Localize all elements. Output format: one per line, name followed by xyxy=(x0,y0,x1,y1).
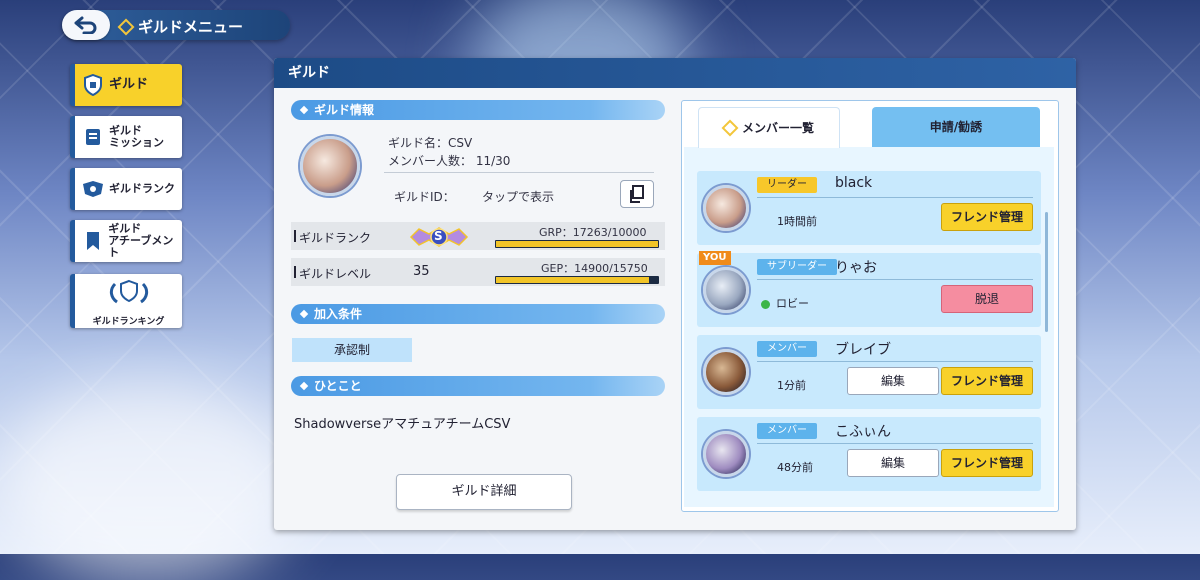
diamond-icon xyxy=(299,381,309,391)
page-title-text: ギルドメニュー xyxy=(138,18,244,36)
section-guild-info: ギルド情報 xyxy=(291,100,665,120)
section-comment: ひとこと xyxy=(291,376,665,396)
divider xyxy=(757,279,1033,280)
guild-level-row: ギルドレベル 35 GEP：14900/15750 xyxy=(291,258,665,286)
sidebar-item-label: ギルドランキング xyxy=(92,317,165,327)
guild-id-reveal[interactable]: タップで表示 xyxy=(482,188,554,205)
level-label: ギルドレベル xyxy=(293,266,372,281)
gep-progress-fill xyxy=(496,277,650,283)
role-badge: サブリーダー xyxy=(757,259,837,275)
guild-detail-button[interactable]: ギルド詳細 xyxy=(396,474,572,510)
role-badge: リーダー xyxy=(757,177,817,193)
copy-icon xyxy=(630,185,644,203)
leave-button[interactable]: 脱退 xyxy=(941,285,1033,313)
rank-letter: S xyxy=(434,229,443,243)
diamond-icon xyxy=(117,18,135,35)
sidebar-item-label: ギルドランク xyxy=(109,182,175,195)
back-button[interactable] xyxy=(62,10,110,40)
guild-avatar xyxy=(300,136,360,196)
title-bar: ギルドメニュー xyxy=(62,10,290,40)
page-title: ギルドメニュー xyxy=(117,16,244,37)
member-name: black xyxy=(835,175,873,191)
laurel-shield-icon xyxy=(109,279,148,304)
diamond-icon xyxy=(721,119,739,136)
grp-progress-fill xyxy=(496,241,658,247)
grp-text: GRP：17263/10000 xyxy=(539,226,647,239)
list-item[interactable]: YOU サブリーダー りゃお ロビー 脱退 xyxy=(697,251,1041,327)
scrollbar[interactable] xyxy=(1045,212,1048,332)
avatar xyxy=(703,267,749,313)
list-item[interactable]: リーダー black 1時間前 フレンド管理 xyxy=(697,171,1041,245)
member-list: リーダー black 1時間前 フレンド管理 YOU サブリーダー りゃお ロビ… xyxy=(684,147,1054,507)
level-value: 35 xyxy=(413,264,430,279)
sidebar-item-achievement[interactable]: ギルド アチーブメント xyxy=(70,220,182,262)
guild-comment: ShadowverseアマチュアチームCSV xyxy=(294,417,511,432)
gep-text: GEP：14900/15750 xyxy=(541,262,648,275)
member-name: ブレイブ xyxy=(835,342,891,358)
sidebar-item-mission[interactable]: ギルド ミッション xyxy=(70,116,182,158)
role-badge: メンバー xyxy=(757,341,817,357)
rank-badge: S xyxy=(409,226,469,247)
you-badge: YOU xyxy=(699,251,731,265)
last-login: 48分前 xyxy=(777,461,813,474)
avatar xyxy=(703,185,749,231)
friend-manage-button[interactable]: フレンド管理 xyxy=(941,367,1033,395)
divider xyxy=(384,172,654,173)
edit-button[interactable]: 編集 xyxy=(847,367,939,395)
join-condition: 承認制 xyxy=(292,338,412,362)
section-title: ひとこと xyxy=(314,379,362,393)
guild-name: ギルド名：CSV xyxy=(388,136,473,150)
friend-manage-button[interactable]: フレンド管理 xyxy=(941,203,1033,231)
online-status: ロビー xyxy=(761,295,809,311)
role-badge: メンバー xyxy=(757,423,817,439)
sidebar-item-guild[interactable]: ギルド xyxy=(70,64,182,106)
list-item[interactable]: メンバー ブレイブ 1分前 編集 フレンド管理 xyxy=(697,335,1041,409)
copy-button[interactable] xyxy=(620,180,654,208)
edit-button[interactable]: 編集 xyxy=(847,449,939,477)
section-title: ギルド情報 xyxy=(314,103,375,117)
last-login: 1分前 xyxy=(777,379,806,392)
scroll-icon xyxy=(81,126,105,148)
grp-progress-bar xyxy=(495,240,659,248)
tab-requests[interactable]: 申請/勧誘 xyxy=(872,107,1040,147)
shield-icon xyxy=(81,74,105,96)
sidebar-item-ranking[interactable]: ギルドランキング xyxy=(70,274,182,328)
panel-title: ギルド xyxy=(274,58,1076,88)
member-list-box: 申請/勧誘 リーダー black 1時間前 フレンド管理 YOU サブリーダー … xyxy=(681,100,1059,512)
tab-label: メンバー一覧 xyxy=(741,121,814,135)
member-count: メンバー人数： 11/30 xyxy=(388,154,511,168)
section-join-condition: 加入条件 xyxy=(291,304,665,324)
banner-icon xyxy=(81,230,104,252)
sidebar-item-label: ギルド xyxy=(109,77,149,92)
guild-panel: ギルド ギルド情報 ギルド名：CSV メンバー人数： 11/30 ギルドID： … xyxy=(274,58,1076,530)
status-text: ロビー xyxy=(776,297,809,310)
friend-manage-button[interactable]: フレンド管理 xyxy=(941,449,1033,477)
background-glow xyxy=(0,380,300,580)
list-item[interactable]: メンバー こふぃん 48分前 編集 フレンド管理 xyxy=(697,417,1041,491)
sidebar-item-label: ギルド ミッション xyxy=(109,124,164,149)
rank-emblem-icon xyxy=(81,178,105,200)
avatar xyxy=(703,431,749,477)
diamond-icon xyxy=(299,309,309,319)
section-title: 加入条件 xyxy=(314,307,363,321)
sidebar-item-rank[interactable]: ギルドランク xyxy=(70,168,182,210)
guild-rank-row: ギルドランク S GRP：17263/10000 xyxy=(291,222,665,250)
gep-progress-bar xyxy=(495,276,659,284)
member-name: りゃお xyxy=(835,260,877,276)
online-dot-icon xyxy=(761,299,770,309)
back-arrow-icon xyxy=(74,16,97,34)
divider xyxy=(757,443,1033,444)
diamond-icon xyxy=(299,105,309,115)
avatar xyxy=(703,349,749,395)
last-login: 1時間前 xyxy=(777,215,817,228)
member-name: こふぃん xyxy=(835,424,891,440)
divider xyxy=(757,197,1033,198)
rank-label: ギルドランク xyxy=(293,230,372,245)
sidebar-item-label: ギルド アチーブメント xyxy=(108,222,174,259)
tab-member-list[interactable]: メンバー一覧 xyxy=(698,107,840,148)
guild-id-label: ギルドID： xyxy=(394,190,455,204)
divider xyxy=(757,361,1033,362)
